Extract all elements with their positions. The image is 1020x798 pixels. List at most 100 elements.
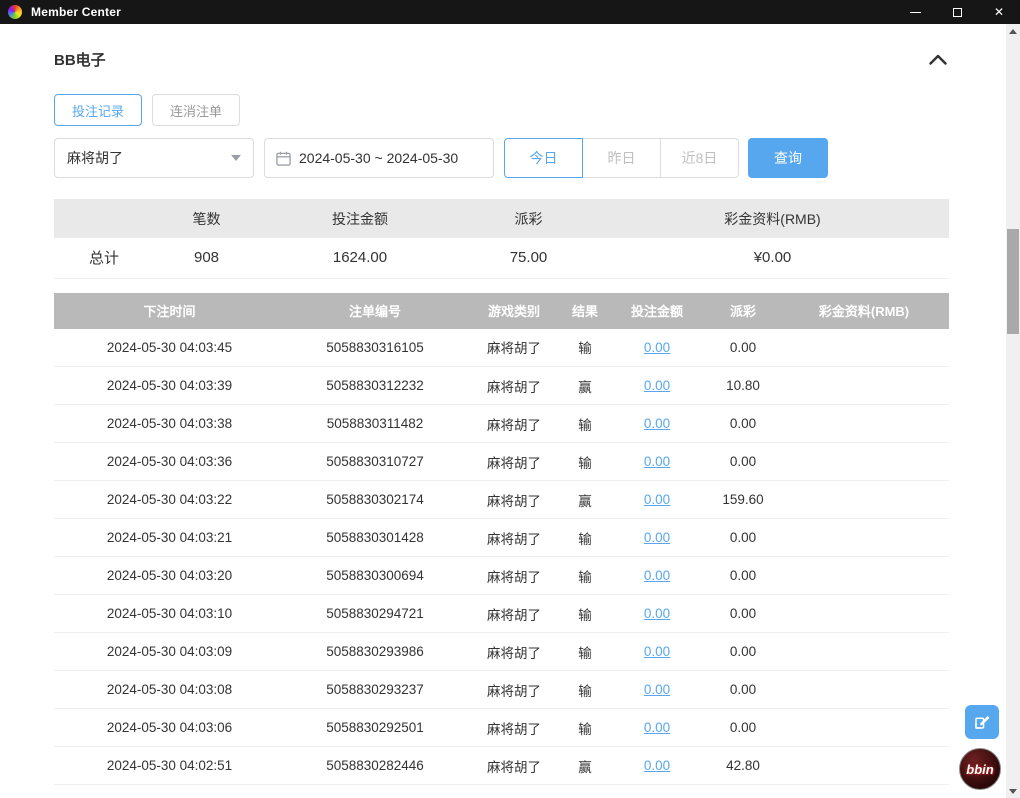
cell-bonus (779, 404, 949, 443)
tab-cancelled-orders[interactable]: 连消注单 (152, 94, 241, 126)
cell-bet: 0.00 (607, 442, 707, 481)
range-today-button[interactable]: 今日 (504, 138, 583, 178)
cell-game: 麻将胡了 (465, 404, 563, 443)
summary-total-row: 总计 908 1624.00 75.00 ¥0.00 (54, 238, 949, 279)
bet-amount-link[interactable]: 0.00 (644, 454, 670, 469)
header-bonus: 彩金资料(RMB) (779, 292, 949, 329)
scroll-up-icon (1009, 28, 1017, 34)
cell-game: 麻将胡了 (465, 556, 563, 595)
bet-amount-link[interactable]: 0.00 (644, 720, 670, 735)
table-row: 2024-05-30 04:03:45 5058830316105 麻将胡了输 0.0… (54, 328, 949, 367)
bet-amount-link[interactable]: 0.00 (644, 416, 670, 431)
date-range-input[interactable]: 2024-05-30 ~ 2024-05-30 (264, 138, 494, 178)
range-button-label: 昨日 (607, 150, 636, 166)
cell-order: 5058830293237 (285, 670, 465, 709)
cell-bet: 0.00 (607, 480, 707, 519)
cell-bet: 0.00 (607, 328, 707, 367)
game-select-value: 麻将胡了 (67, 150, 123, 166)
header-order-number: 注单编号 (285, 292, 465, 329)
cell-payout: 10.80 (707, 366, 779, 405)
cell-order: 5058830311482 (285, 404, 465, 443)
bet-amount-link[interactable]: 0.00 (644, 606, 670, 621)
cell-bet: 0.00 (607, 632, 707, 671)
cell-result: 输 (563, 708, 607, 747)
bbin-logo-button[interactable]: bbin (959, 748, 1001, 790)
cell-time: 2024-05-30 04:02:51 (54, 746, 285, 785)
minimize-icon (909, 11, 921, 13)
header-bet-time: 下注时间 (54, 292, 285, 329)
header-bet-amount: 投注金额 (607, 292, 707, 329)
collapse-button[interactable] (927, 51, 949, 67)
maximize-icon (952, 7, 962, 17)
cell-game: 麻将胡了 (465, 366, 563, 405)
cell-bonus (779, 708, 949, 747)
table-row: 2024-05-30 04:03:21 5058830301428 麻将胡了输 0.0… (54, 518, 949, 557)
cell-payout: 42.80 (707, 746, 779, 785)
cell-game: 麻将胡了 (465, 442, 563, 481)
titlebar: Member Center ✕ (0, 0, 1020, 24)
scroll-up-button[interactable] (1006, 24, 1020, 38)
app-logo-icon (8, 5, 22, 19)
bet-amount-link[interactable]: 0.00 (644, 530, 670, 545)
cell-result: 赢 (563, 746, 607, 785)
window-controls: ✕ (894, 0, 1020, 24)
maximize-button[interactable] (936, 0, 978, 24)
table-row: 2024-05-30 04:03:20 5058830300694 麻将胡了输 0.0… (54, 556, 949, 595)
cell-order: 5058830310727 (285, 442, 465, 481)
tab-bet-records[interactable]: 投注记录 (54, 94, 143, 126)
calendar-icon (276, 151, 291, 166)
cell-time: 2024-05-30 04:03:08 (54, 670, 285, 709)
summary-header-count: 笔数 (154, 199, 259, 238)
chevron-up-icon (929, 54, 947, 65)
summary-table: 笔数 投注金额 派彩 彩金资料(RMB) 总计 908 1624.00 75.0… (54, 199, 949, 279)
vertical-scrollbar[interactable] (1006, 24, 1020, 798)
summary-header-bet: 投注金额 (259, 199, 461, 238)
bet-amount-link[interactable]: 0.00 (644, 682, 670, 697)
cell-bonus (779, 366, 949, 405)
cell-result: 输 (563, 328, 607, 367)
cell-bonus (779, 328, 949, 367)
records-tbody: 2024-05-30 04:03:45 5058830316105 麻将胡了输 0.0… (54, 328, 949, 785)
cell-bet: 0.00 (607, 518, 707, 557)
cell-order: 5058830292501 (285, 708, 465, 747)
range-yesterday-button[interactable]: 昨日 (582, 138, 661, 178)
tab-label: 连消注单 (170, 103, 223, 119)
bet-amount-link[interactable]: 0.00 (644, 568, 670, 583)
cell-bonus (779, 480, 949, 519)
cell-bonus (779, 670, 949, 709)
summary-payout-value: 75.00 (461, 238, 596, 279)
cell-bonus (779, 518, 949, 557)
cell-payout: 0.00 (707, 442, 779, 481)
bet-amount-link[interactable]: 0.00 (644, 340, 670, 355)
summary-header-payout: 派彩 (461, 199, 596, 238)
cell-payout: 0.00 (707, 518, 779, 557)
cell-bet: 0.00 (607, 366, 707, 405)
cell-payout: 0.00 (707, 708, 779, 747)
cell-bet: 0.00 (607, 556, 707, 595)
cell-payout: 0.00 (707, 328, 779, 367)
cell-order: 5058830282446 (285, 746, 465, 785)
cell-game: 麻将胡了 (465, 328, 563, 367)
search-button[interactable]: 查询 (748, 138, 828, 178)
scroll-down-button[interactable] (1006, 784, 1020, 798)
cell-time: 2024-05-30 04:03:22 (54, 480, 285, 519)
cell-game: 麻将胡了 (465, 708, 563, 747)
cell-bet: 0.00 (607, 708, 707, 747)
minimize-button[interactable] (894, 0, 936, 24)
cell-result: 输 (563, 518, 607, 557)
cell-result: 输 (563, 670, 607, 709)
feedback-edit-button[interactable] (965, 705, 999, 739)
scrollbar-thumb[interactable] (1007, 229, 1019, 334)
bet-amount-link[interactable]: 0.00 (644, 378, 670, 393)
close-button[interactable]: ✕ (978, 0, 1020, 24)
table-row: 2024-05-30 04:03:10 5058830294721 麻将胡了输 0.0… (54, 594, 949, 633)
table-row: 2024-05-30 04:03:39 5058830312232 麻将胡了赢 0.0… (54, 366, 949, 405)
bet-amount-link[interactable]: 0.00 (644, 644, 670, 659)
bet-amount-link[interactable]: 0.00 (644, 758, 670, 773)
range-last8days-button[interactable]: 近8日 (660, 138, 739, 178)
bet-amount-link[interactable]: 0.00 (644, 492, 670, 507)
cell-time: 2024-05-30 04:03:39 (54, 366, 285, 405)
game-select[interactable]: 麻将胡了 (54, 138, 254, 178)
chevron-down-icon (231, 155, 241, 161)
records-header-row: 下注时间 注单编号 游戏类别 结果 投注金额 派彩 彩金资料(RMB) (54, 292, 949, 329)
